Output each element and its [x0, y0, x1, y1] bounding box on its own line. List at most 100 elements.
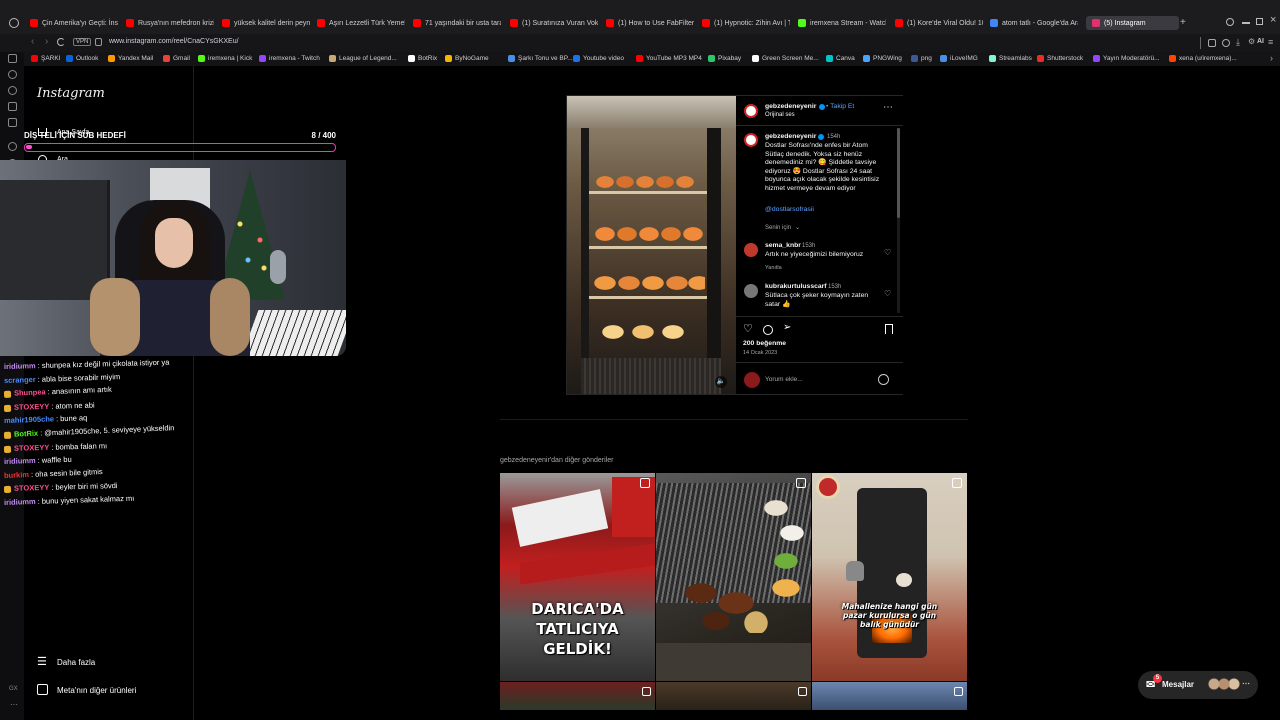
comments-scroll-thumb[interactable]: [897, 128, 900, 218]
more-post-thumb-1[interactable]: DARICA'DA TATLICIYA GELDİK!: [500, 473, 655, 681]
bookmark-item[interactable]: PNGWing: [863, 55, 902, 62]
bookmark-item[interactable]: xena (u/iremxena)...: [1169, 55, 1237, 62]
back-icon[interactable]: ‹: [31, 36, 34, 47]
for-you-toggle[interactable]: Senin için: [765, 225, 791, 231]
sidebar-bookmark-icon[interactable]: [8, 54, 17, 63]
nav-more-label[interactable]: Daha fazla: [57, 658, 95, 667]
browser-tab[interactable]: 71 yaşındaki bir usta tara: [413, 16, 501, 30]
forward-icon[interactable]: ›: [45, 36, 48, 47]
bookmark-item[interactable]: ŞARKI: [31, 55, 61, 62]
bookmarks-overflow-icon[interactable]: ›: [1270, 53, 1273, 63]
bookmark-item[interactable]: png: [911, 55, 932, 62]
browser-tab[interactable]: (1) Hypnotic: Zihin Avı | Tü: [702, 16, 790, 30]
sidebar-messenger-icon[interactable]: [8, 86, 17, 95]
author-avatar[interactable]: [744, 104, 758, 118]
more-post-thumb-4[interactable]: [500, 682, 655, 710]
url-field[interactable]: www.instagram.com/reel/CnaCYsGKXEu/: [109, 38, 239, 45]
sidebar-more-icon[interactable]: ⋯: [10, 700, 18, 709]
new-tab-icon[interactable]: +: [1180, 17, 1186, 28]
bookmark-item[interactable]: iremxena | Kick: [198, 55, 252, 62]
share-icon[interactable]: ➢: [783, 322, 791, 333]
caption-avatar[interactable]: [744, 133, 758, 147]
browser-tab[interactable]: (1) Suratınıza Vuran Vokal: [510, 16, 598, 30]
meta-products-icon[interactable]: [37, 684, 48, 695]
browser-tab[interactable]: (5) Instagram: [1086, 16, 1179, 30]
comment-like-icon[interactable]: ♡: [884, 248, 891, 257]
settings-icon[interactable]: ⚙: [1248, 37, 1255, 46]
browser-tab[interactable]: Çin Amerika'yı Geçti: İnsan: [30, 16, 118, 30]
more-post-thumb-2[interactable]: [656, 473, 811, 681]
browser-tab[interactable]: (1) How to Use FabFilter P: [606, 16, 694, 30]
bookmark-item[interactable]: BotRix: [408, 55, 437, 62]
audio-label[interactable]: Orijinal ses: [765, 112, 795, 118]
browser-tab[interactable]: Rusya'nın mefedron krizi: [126, 16, 214, 30]
instagram-logo[interactable]: Instagram: [37, 86, 105, 101]
close-window-icon[interactable]: ×: [1270, 14, 1276, 26]
sidebar-history-icon[interactable]: [8, 70, 17, 79]
reel-volume-icon[interactable]: 🔈: [715, 376, 727, 388]
ai-label[interactable]: AI: [1257, 38, 1264, 45]
more-menu-icon[interactable]: ☰: [37, 657, 47, 668]
caption-mention[interactable]: @dostlarsofrasii: [765, 206, 814, 213]
maximize-icon[interactable]: [1256, 18, 1263, 25]
bookmark-item[interactable]: Şarkı Tonu ve BP...: [508, 55, 573, 62]
bookmark-item[interactable]: iLoveIMG: [940, 55, 978, 62]
site-info-icon[interactable]: [95, 38, 102, 46]
bookmark-item[interactable]: Yandex Mail: [108, 55, 153, 62]
more-post-thumb-5[interactable]: [656, 682, 811, 710]
follow-button[interactable]: • Takip Et: [826, 103, 854, 110]
comment-avatar[interactable]: [744, 284, 758, 298]
caption-author[interactable]: gebzedeneyenir: [765, 133, 816, 142]
post-options-icon[interactable]: ⋯: [883, 102, 893, 113]
browser-tab[interactable]: atom tatlı - Google'da Ara: [990, 16, 1078, 30]
comment-username[interactable]: kubrakurtulusscarf: [765, 283, 827, 292]
vpn-badge[interactable]: VPN: [73, 38, 92, 46]
search-tabs-icon[interactable]: [1226, 18, 1234, 26]
comment-username[interactable]: sema_knbr: [765, 242, 801, 251]
post-author[interactable]: gebzedeneyenir: [765, 103, 816, 112]
chevron-down-icon[interactable]: ⌄: [795, 224, 800, 231]
nav-meta-label[interactable]: Meta'nın diğer ürünleri: [57, 686, 136, 695]
sidebar-gx-icon[interactable]: GX: [9, 686, 18, 692]
bookmark-item[interactable]: Yayın Moderatörü...: [1093, 55, 1160, 62]
bookmark-item[interactable]: iremxena - Twitch: [259, 55, 320, 62]
bookmark-item[interactable]: Youtube video: [573, 55, 624, 62]
more-post-thumb-6[interactable]: [812, 682, 967, 710]
sidebar-music-icon[interactable]: [8, 118, 17, 127]
bookmark-item[interactable]: League of Legend...: [329, 55, 397, 62]
browser-tab[interactable]: yüksek kalitel derin peyna: [222, 16, 310, 30]
browser-tab[interactable]: iremxena Stream - Watch: [798, 16, 886, 30]
more-post-thumb-3[interactable]: Mahallenize hangi gün pazar kurulursa o …: [812, 473, 967, 681]
bookmark-item[interactable]: Streamlabs: [989, 55, 1032, 62]
emoji-icon[interactable]: [878, 374, 889, 385]
browser-menu-lines-icon[interactable]: ≡: [1268, 37, 1273, 47]
likes-count[interactable]: 200 beğenme: [743, 340, 786, 349]
bookmark-item[interactable]: Green Screen Me...: [752, 55, 819, 62]
like-icon[interactable]: ♡: [743, 322, 753, 335]
minimize-icon[interactable]: [1242, 22, 1250, 24]
bookmark-item[interactable]: Pixabay: [708, 55, 741, 62]
reel-video[interactable]: 🔈: [567, 96, 736, 394]
comment-like-icon[interactable]: ♡: [884, 289, 891, 298]
browser-menu-icon[interactable]: [9, 18, 19, 28]
browser-tab[interactable]: Aşırı Lezzetli Türk Yemek: [317, 16, 405, 30]
comment-avatar[interactable]: [744, 243, 758, 257]
snapshot-icon[interactable]: [1222, 39, 1230, 47]
comments-scrollbar[interactable]: [897, 128, 900, 313]
download-icon[interactable]: ⤓: [1236, 37, 1240, 48]
browser-tab[interactable]: (1) Kore'de Viral Oldu! 10: [895, 16, 983, 30]
bookmark-item[interactable]: ByNoGame: [445, 55, 489, 62]
bookmark-item[interactable]: Gmail: [163, 55, 190, 62]
bookmark-item[interactable]: Canva: [826, 55, 855, 62]
bookmark-item[interactable]: Outlook: [66, 55, 98, 62]
extension-icon[interactable]: [1208, 39, 1216, 47]
bookmark-item[interactable]: YouTube MP3 MP4: [636, 55, 702, 62]
comment-input[interactable]: Yorum ekle...: [765, 376, 803, 383]
sidebar-notes-icon[interactable]: [8, 102, 17, 111]
sidebar-settings-icon[interactable]: [8, 142, 17, 151]
save-icon[interactable]: [885, 324, 893, 334]
comment-icon[interactable]: [763, 325, 773, 335]
reply-button[interactable]: Yanıtla: [765, 265, 782, 271]
bookmark-item[interactable]: Shutterstock: [1037, 55, 1083, 62]
messages-button[interactable]: ✉ 5 Mesajlar ⋯: [1138, 671, 1258, 699]
